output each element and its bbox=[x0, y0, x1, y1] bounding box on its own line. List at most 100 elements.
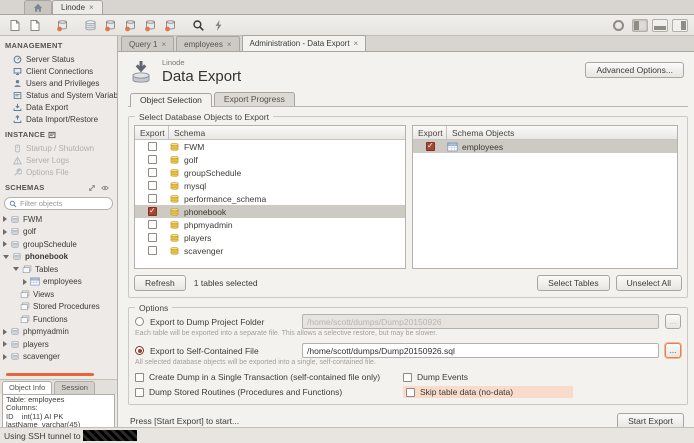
dump-folder-option: Export to Dump Project Folder ... bbox=[135, 314, 681, 329]
tab-session[interactable]: Session bbox=[54, 381, 95, 394]
search-table-data-icon[interactable] bbox=[190, 17, 207, 33]
export-checkbox[interactable] bbox=[148, 246, 157, 255]
create-view-icon[interactable] bbox=[122, 17, 139, 33]
tree-item-groupschedule[interactable]: groupSchedule bbox=[0, 238, 117, 251]
dump-folder-browse-button[interactable]: ... bbox=[665, 314, 681, 329]
export-status-text: Press [Start Export] to start... bbox=[130, 416, 239, 426]
schema-row-performance-schema[interactable]: performance_schema bbox=[135, 192, 405, 205]
sidebar-item-server-status[interactable]: Server Status bbox=[0, 53, 117, 65]
schema-filter[interactable] bbox=[4, 197, 113, 210]
schema-icon bbox=[169, 194, 180, 204]
sidebar-item-server-logs[interactable]: Server Logs bbox=[0, 154, 117, 166]
tree-item-phpmyadmin[interactable]: phpmyadmin bbox=[0, 326, 117, 339]
tab-employees[interactable]: employees× bbox=[176, 36, 239, 51]
sidebar-item-data-export[interactable]: Data Export bbox=[0, 101, 117, 113]
self-contained-radio[interactable] bbox=[135, 346, 144, 355]
close-icon[interactable]: × bbox=[227, 40, 232, 49]
export-checkbox[interactable] bbox=[148, 220, 157, 229]
dump-folder-path-input[interactable] bbox=[302, 314, 659, 329]
schema-row-golf[interactable]: golf bbox=[135, 153, 405, 166]
new-query-tab-icon[interactable] bbox=[6, 17, 23, 33]
sidebar-item-data-import[interactable]: Data Import/Restore bbox=[0, 113, 117, 125]
tree-item-functions[interactable]: Functions bbox=[0, 313, 117, 326]
tree-item-players[interactable]: players bbox=[0, 338, 117, 351]
export-checkbox[interactable] bbox=[148, 207, 157, 216]
export-checkbox[interactable] bbox=[148, 155, 157, 164]
self-contained-browse-button[interactable]: ... bbox=[665, 343, 681, 358]
connection-tab-linode[interactable]: Linode × bbox=[52, 0, 103, 14]
single-transaction-checkbox[interactable] bbox=[135, 373, 144, 382]
self-contained-path-input[interactable] bbox=[302, 343, 659, 358]
reconnect-icon[interactable] bbox=[210, 17, 227, 33]
tree-item-stored-procedures[interactable]: Stored Procedures bbox=[0, 301, 117, 314]
sidebar-item-client-connections[interactable]: Client Connections bbox=[0, 65, 117, 77]
export-checkbox[interactable] bbox=[148, 181, 157, 190]
schema-row-phpmyadmin[interactable]: phpmyadmin bbox=[135, 218, 405, 231]
checkbox-label: Dump Events bbox=[417, 372, 468, 382]
tree-item-phonebook[interactable]: phonebook bbox=[0, 251, 117, 264]
create-function-icon[interactable] bbox=[162, 17, 179, 33]
advanced-options-button[interactable]: Advanced Options... bbox=[585, 62, 684, 78]
schema-row-mysql[interactable]: mysql bbox=[135, 179, 405, 192]
export-checkbox[interactable] bbox=[148, 233, 157, 242]
filter-input[interactable] bbox=[20, 199, 100, 208]
sidebar-item-status-variables[interactable]: Status and System Variables bbox=[0, 89, 117, 101]
toggle-bottom-panel-icon[interactable] bbox=[652, 19, 668, 32]
sidebar-item-options-file[interactable]: Options File bbox=[0, 166, 117, 178]
expand-panel-icon[interactable] bbox=[88, 184, 96, 192]
tree-item-golf[interactable]: golf bbox=[0, 226, 117, 239]
close-icon[interactable]: × bbox=[354, 39, 359, 48]
close-icon[interactable]: × bbox=[89, 3, 94, 12]
show-hidden-icon[interactable] bbox=[101, 184, 109, 192]
dump-events-option[interactable]: Dump Events bbox=[403, 372, 468, 382]
tree-item-fwm[interactable]: FWM bbox=[0, 213, 117, 226]
skip-table-data-checkbox[interactable] bbox=[406, 388, 415, 397]
tree-label: employees bbox=[43, 277, 82, 286]
close-icon[interactable]: × bbox=[161, 40, 166, 49]
tab-object-info[interactable]: Object Info bbox=[2, 381, 52, 394]
tree-item-scavenger[interactable]: scavenger bbox=[0, 351, 117, 364]
tab-object-selection[interactable]: Object Selection bbox=[130, 93, 212, 107]
export-checkbox[interactable] bbox=[148, 168, 157, 177]
refresh-button[interactable]: Refresh bbox=[134, 275, 186, 291]
create-procedure-icon[interactable] bbox=[142, 17, 159, 33]
toggle-left-panel-icon[interactable] bbox=[632, 19, 648, 32]
object-name: employees bbox=[462, 142, 503, 152]
circle-icon[interactable] bbox=[613, 20, 624, 31]
tab-administration-data-export[interactable]: Administration - Data Export× bbox=[242, 35, 367, 51]
tree-item-views[interactable]: Views bbox=[0, 288, 117, 301]
tree-label: Stored Procedures bbox=[33, 302, 100, 311]
dump-events-checkbox[interactable] bbox=[403, 373, 412, 382]
dump-folder-radio[interactable] bbox=[135, 317, 144, 326]
create-schema-icon[interactable] bbox=[54, 17, 71, 33]
home-tab[interactable] bbox=[24, 0, 52, 14]
export-checkbox[interactable] bbox=[426, 142, 435, 151]
toggle-right-panel-icon[interactable] bbox=[672, 19, 688, 32]
horizontal-scrollbar[interactable] bbox=[6, 373, 94, 376]
sidebar-item-users-privileges[interactable]: Users and Privileges bbox=[0, 77, 117, 89]
tree-item-employees[interactable]: employees bbox=[0, 276, 117, 289]
schema-row-scavenger[interactable]: scavenger bbox=[135, 244, 405, 257]
single-transaction-option[interactable]: Create Dump in a Single Transaction (sel… bbox=[135, 372, 403, 382]
export-checkbox[interactable] bbox=[148, 142, 157, 151]
create-table-icon[interactable] bbox=[102, 17, 119, 33]
object-row-employees[interactable]: employees bbox=[413, 140, 677, 153]
tab-query1[interactable]: Query 1× bbox=[121, 36, 174, 51]
schema-row-groupschedule[interactable]: groupSchedule bbox=[135, 166, 405, 179]
export-checkbox[interactable] bbox=[148, 194, 157, 203]
stored-routines-checkbox[interactable] bbox=[135, 388, 144, 397]
tree-item-tables[interactable]: Tables bbox=[0, 263, 117, 276]
sidebar-item-startup-shutdown[interactable]: Startup / Shutdown bbox=[0, 142, 117, 154]
schema-row-phonebook[interactable]: phonebook bbox=[135, 205, 405, 218]
unselect-all-button[interactable]: Unselect All bbox=[616, 275, 682, 291]
schema-objects-list: Export Schema Objects employees bbox=[412, 125, 678, 269]
skip-table-data-option[interactable]: Skip table data (no-data) bbox=[403, 386, 573, 398]
schema-row-players[interactable]: players bbox=[135, 231, 405, 244]
schema-row-fwm[interactable]: FWM bbox=[135, 140, 405, 153]
select-tables-button[interactable]: Select Tables bbox=[537, 275, 609, 291]
sidebar-item-label: Startup / Shutdown bbox=[26, 144, 94, 153]
drop-schema-icon[interactable] bbox=[82, 17, 99, 33]
tab-export-progress[interactable]: Export Progress bbox=[214, 92, 295, 106]
stored-routines-option[interactable]: Dump Stored Routines (Procedures and Fun… bbox=[135, 387, 403, 397]
open-sql-script-icon[interactable] bbox=[26, 17, 43, 33]
